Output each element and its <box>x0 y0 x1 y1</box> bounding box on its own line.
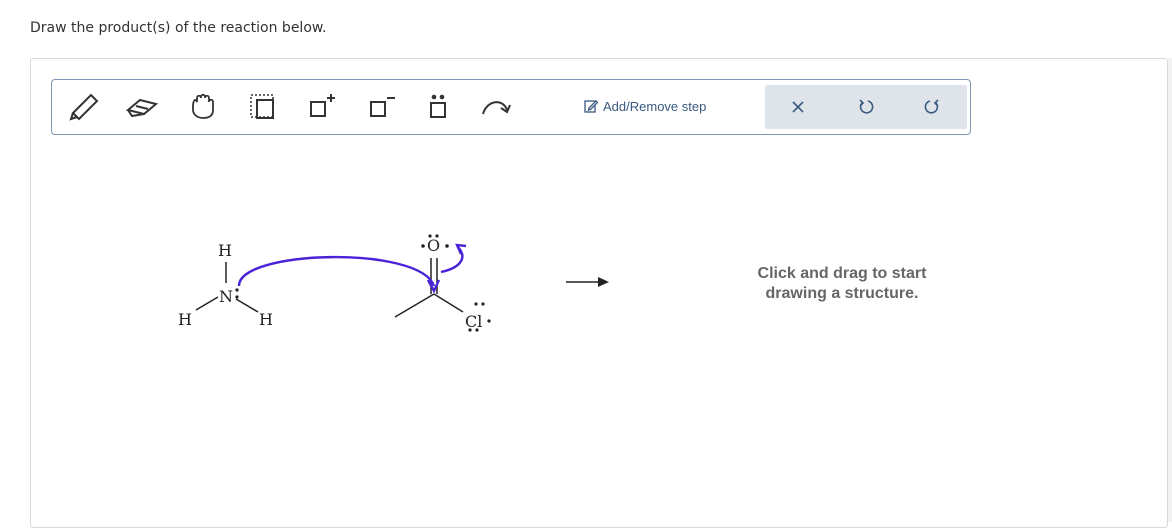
undo-button[interactable] <box>850 91 882 123</box>
scrollbar[interactable] <box>1168 58 1172 522</box>
reaction-scheme: H N H H O Cl <box>178 234 609 332</box>
ammonia-molecule: H N H H <box>178 241 273 329</box>
hint-line-1: Click and drag to start <box>757 265 927 282</box>
atom-h-right: H <box>259 310 273 329</box>
acetyl-chloride-molecule: O Cl <box>394 234 491 332</box>
atom-h-left: H <box>178 310 192 329</box>
undo-icon <box>859 99 874 114</box>
clear-button[interactable] <box>782 91 814 123</box>
action-buttons <box>765 85 967 129</box>
atom-n: N <box>219 287 233 306</box>
redo-button[interactable] <box>916 91 948 123</box>
hint-line-2: drawing a structure. <box>765 285 919 302</box>
atom-h-top: H <box>218 241 232 260</box>
redo-icon <box>924 99 939 114</box>
reaction-arrow <box>566 277 609 287</box>
atom-cl: Cl <box>465 312 482 331</box>
atom-o: O <box>427 236 440 255</box>
canvas-hint: Click and drag to start drawing a struct… <box>712 264 972 304</box>
clear-icon <box>792 101 804 113</box>
